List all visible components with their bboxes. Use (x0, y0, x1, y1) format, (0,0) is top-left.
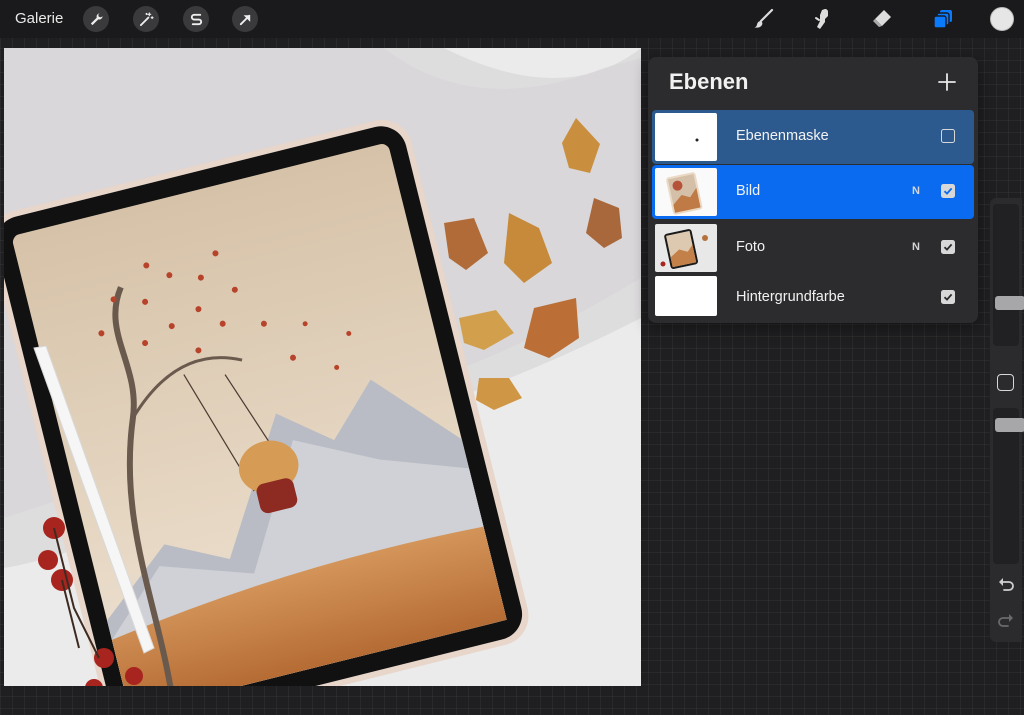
canvas-artwork (4, 48, 641, 686)
checkmark-icon (943, 293, 953, 301)
layer-visibility-checkbox[interactable] (941, 240, 955, 254)
redo-icon[interactable] (996, 610, 1016, 630)
square-modifier-icon[interactable] (997, 374, 1014, 391)
checkmark-icon (943, 243, 953, 251)
brush-size-slider[interactable] (993, 204, 1024, 346)
layer-name: Bild (736, 183, 761, 199)
panel-title: Ebenen (669, 69, 749, 94)
brush-size-thumb[interactable] (995, 296, 1024, 310)
checkmark-icon (943, 187, 953, 195)
sidebar (990, 198, 1024, 642)
layer-thumbnail (655, 168, 717, 216)
opacity-slider[interactable] (993, 408, 1024, 564)
drawing-canvas[interactable] (4, 48, 641, 686)
layer-name: Hintergrundfarbe (736, 289, 845, 305)
layer-name: Ebenenmaske (736, 128, 829, 144)
transform-arrow-icon[interactable] (232, 6, 258, 32)
plus-icon[interactable] (936, 71, 958, 93)
layer-visibility-checkbox[interactable] (941, 129, 955, 143)
undo-icon[interactable] (996, 574, 1016, 594)
gallery-button[interactable]: Galerie (15, 10, 63, 27)
wrench-icon[interactable] (83, 6, 109, 32)
opacity-thumb[interactable] (995, 418, 1024, 432)
blend-mode-label[interactable]: N (912, 185, 920, 197)
smudge-icon[interactable] (808, 6, 836, 32)
layer-ebenenmaske[interactable]: Ebenenmaske (652, 110, 974, 164)
layer-thumbnail (655, 276, 717, 316)
layer-visibility-checkbox[interactable] (941, 184, 955, 198)
layer-hintergrundfarbe[interactable]: Hintergrundfarbe (652, 273, 974, 323)
layer-bild[interactable]: Bild N (652, 165, 974, 219)
layer-visibility-checkbox[interactable] (941, 290, 955, 304)
eraser-icon[interactable] (868, 6, 896, 32)
magic-wand-icon[interactable] (133, 6, 159, 32)
layer-thumbnail (655, 113, 717, 161)
selection-s-icon[interactable] (183, 6, 209, 32)
layers-icon[interactable] (929, 6, 957, 32)
blend-mode-label[interactable]: N (912, 241, 920, 253)
brush-icon[interactable] (750, 6, 778, 32)
layer-foto[interactable]: Foto N (652, 221, 974, 275)
color-picker-button[interactable] (990, 7, 1014, 31)
layers-panel: Ebenen Ebenenmaske Bild N Foto N Hinterg… (648, 57, 978, 323)
layer-name: Foto (736, 239, 766, 255)
top-toolbar: Galerie (0, 0, 1024, 38)
layer-thumbnail (655, 224, 717, 272)
